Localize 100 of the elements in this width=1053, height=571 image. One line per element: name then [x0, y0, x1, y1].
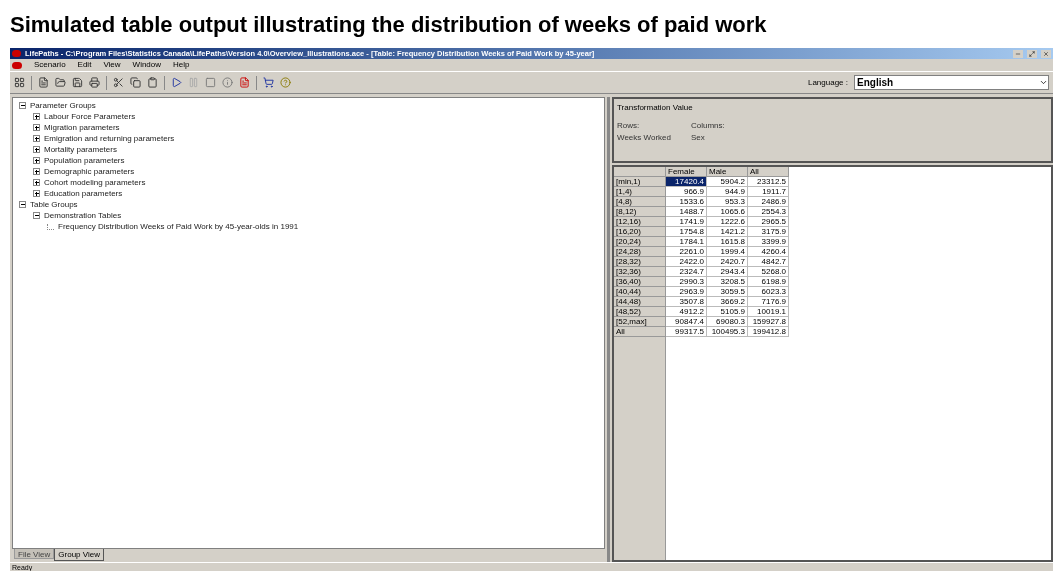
language-label: Language :: [807, 76, 848, 89]
table-cell: 2990.3: [666, 277, 707, 287]
collapse-toggle[interactable]: [19, 102, 26, 109]
table-cell: 10019.1: [748, 307, 789, 317]
table-cell: 69080.3: [707, 317, 748, 327]
expand-toggle[interactable]: [33, 135, 40, 142]
tree-item[interactable]: Mortality parameters: [44, 143, 117, 156]
table-cell: 3208.5: [707, 277, 748, 287]
printer-icon[interactable]: [89, 77, 100, 88]
dropdown-caret-icon: [1039, 78, 1048, 87]
tree-item[interactable]: Parameter Groups: [30, 99, 96, 112]
close-button[interactable]: [1041, 49, 1051, 58]
table-cell: 1222.6: [707, 217, 748, 227]
tree-item[interactable]: Education parameters: [44, 187, 123, 200]
table-cell: 100495.3: [707, 327, 748, 337]
expand-toggle[interactable]: [33, 113, 40, 120]
table-cell: 6023.3: [748, 287, 789, 297]
tree-item[interactable]: Table Groups: [30, 198, 78, 211]
cart-icon[interactable]: [263, 77, 274, 88]
maximize-icon: [1029, 50, 1035, 57]
tree-item[interactable]: Frequency Distribution Weeks of Paid Work by 45-year-olds in 1991: [58, 220, 299, 233]
table-cell: 1911.7: [748, 187, 789, 197]
table-cell: 17420.4: [666, 177, 707, 187]
expand-toggle[interactable]: [33, 157, 40, 164]
expand-toggle[interactable]: [33, 124, 40, 131]
slide-title: Simulated table output illustrating the distribution of weeks of paid work: [9, 11, 768, 39]
table-cell: 2324.7: [666, 267, 707, 277]
table-cell: 2420.7: [707, 257, 748, 267]
table-cell: 23312.5: [748, 177, 789, 187]
column-header[interactable]: All: [748, 167, 789, 177]
window-icon[interactable]: [14, 77, 25, 88]
clipboard-icon[interactable]: [147, 77, 158, 88]
table-cell: 2965.5: [748, 217, 789, 227]
menu-item[interactable]: Edit: [77, 59, 92, 71]
table-cell: 2963.9: [666, 287, 707, 297]
table-cell: 5105.9: [707, 307, 748, 317]
menu-item[interactable]: Help: [173, 59, 190, 71]
tree-connector: [47, 223, 54, 230]
table-cell: 3507.8: [666, 297, 707, 307]
menu-item[interactable]: Window: [132, 59, 162, 71]
copy-icon[interactable]: [130, 77, 141, 88]
table-cell: 199412.8: [748, 327, 789, 337]
table-cell: 5904.2: [707, 177, 748, 187]
tree-item[interactable]: Demographic parameters: [44, 165, 135, 178]
table-cell: 3669.2: [707, 297, 748, 307]
table-cell: 4912.2: [666, 307, 707, 317]
table-cell: 4842.7: [748, 257, 789, 267]
table-cell: 90847.4: [666, 317, 707, 327]
column-header[interactable]: Male: [707, 167, 748, 177]
table-cell: 1754.8: [666, 227, 707, 237]
save-icon[interactable]: [72, 77, 83, 88]
table-cell: 99317.5: [666, 327, 707, 337]
table-cell: 1421.2: [707, 227, 748, 237]
maximize-button[interactable]: [1027, 49, 1037, 58]
table-cell: 1615.8: [707, 237, 748, 247]
view-tab[interactable]: File View: [14, 549, 55, 559]
row-header[interactable]: [1,4): [614, 187, 666, 197]
expand-toggle[interactable]: [33, 146, 40, 153]
menu-item[interactable]: View: [103, 59, 121, 71]
menu-item[interactable]: Scenario: [34, 59, 66, 71]
folder-icon[interactable]: [55, 77, 66, 88]
row-header[interactable]: All: [614, 327, 666, 337]
tree-item[interactable]: Demonstration Tables: [44, 209, 122, 222]
table-cell: 3059.5: [707, 287, 748, 297]
tree-item[interactable]: Cohort modeling parameters: [44, 176, 146, 189]
rows-label: Rows:: [617, 120, 641, 132]
row-header[interactable]: [4,8): [614, 197, 666, 207]
scissors-icon[interactable]: [113, 77, 124, 88]
table-cell: 3175.9: [748, 227, 789, 237]
table-cell: 966.9: [666, 187, 707, 197]
tree-item[interactable]: Migration parameters: [44, 121, 120, 134]
table-cell: 2422.0: [666, 257, 707, 267]
table-cell: 6198.9: [748, 277, 789, 287]
tree-item[interactable]: Labour Force Parameters: [44, 110, 136, 123]
tree-item[interactable]: Population parameters: [44, 154, 125, 167]
table-cell: 1533.6: [666, 197, 707, 207]
new-file-icon[interactable]: [38, 77, 49, 88]
document-logo-icon: [12, 61, 22, 69]
play-icon[interactable]: [171, 77, 182, 88]
expand-toggle[interactable]: [33, 168, 40, 175]
table-cell: 2554.3: [748, 207, 789, 217]
expand-toggle[interactable]: [33, 190, 40, 197]
language-dropdown[interactable]: English: [854, 75, 1049, 90]
table-cell: 1784.1: [666, 237, 707, 247]
document-icon[interactable]: [239, 77, 250, 88]
table-cell: 159927.8: [748, 317, 789, 327]
collapse-toggle[interactable]: [33, 212, 40, 219]
view-tab[interactable]: Group View: [54, 549, 104, 561]
tree-item[interactable]: Emigration and returning parameters: [44, 132, 175, 145]
rows-value: Weeks Worked: [617, 132, 671, 144]
app-logo-icon: [12, 50, 21, 57]
table-cell: 1065.6: [707, 207, 748, 217]
expand-toggle[interactable]: [33, 179, 40, 186]
collapse-toggle[interactable]: [19, 201, 26, 208]
minimize-icon: [1015, 50, 1021, 57]
table-cell: 1741.9: [666, 217, 707, 227]
table-cell: 4260.4: [748, 247, 789, 257]
table-cell: 5268.0: [748, 267, 789, 277]
columns-label: Columns:: [690, 120, 725, 132]
table-cell: 2486.9: [748, 197, 789, 207]
